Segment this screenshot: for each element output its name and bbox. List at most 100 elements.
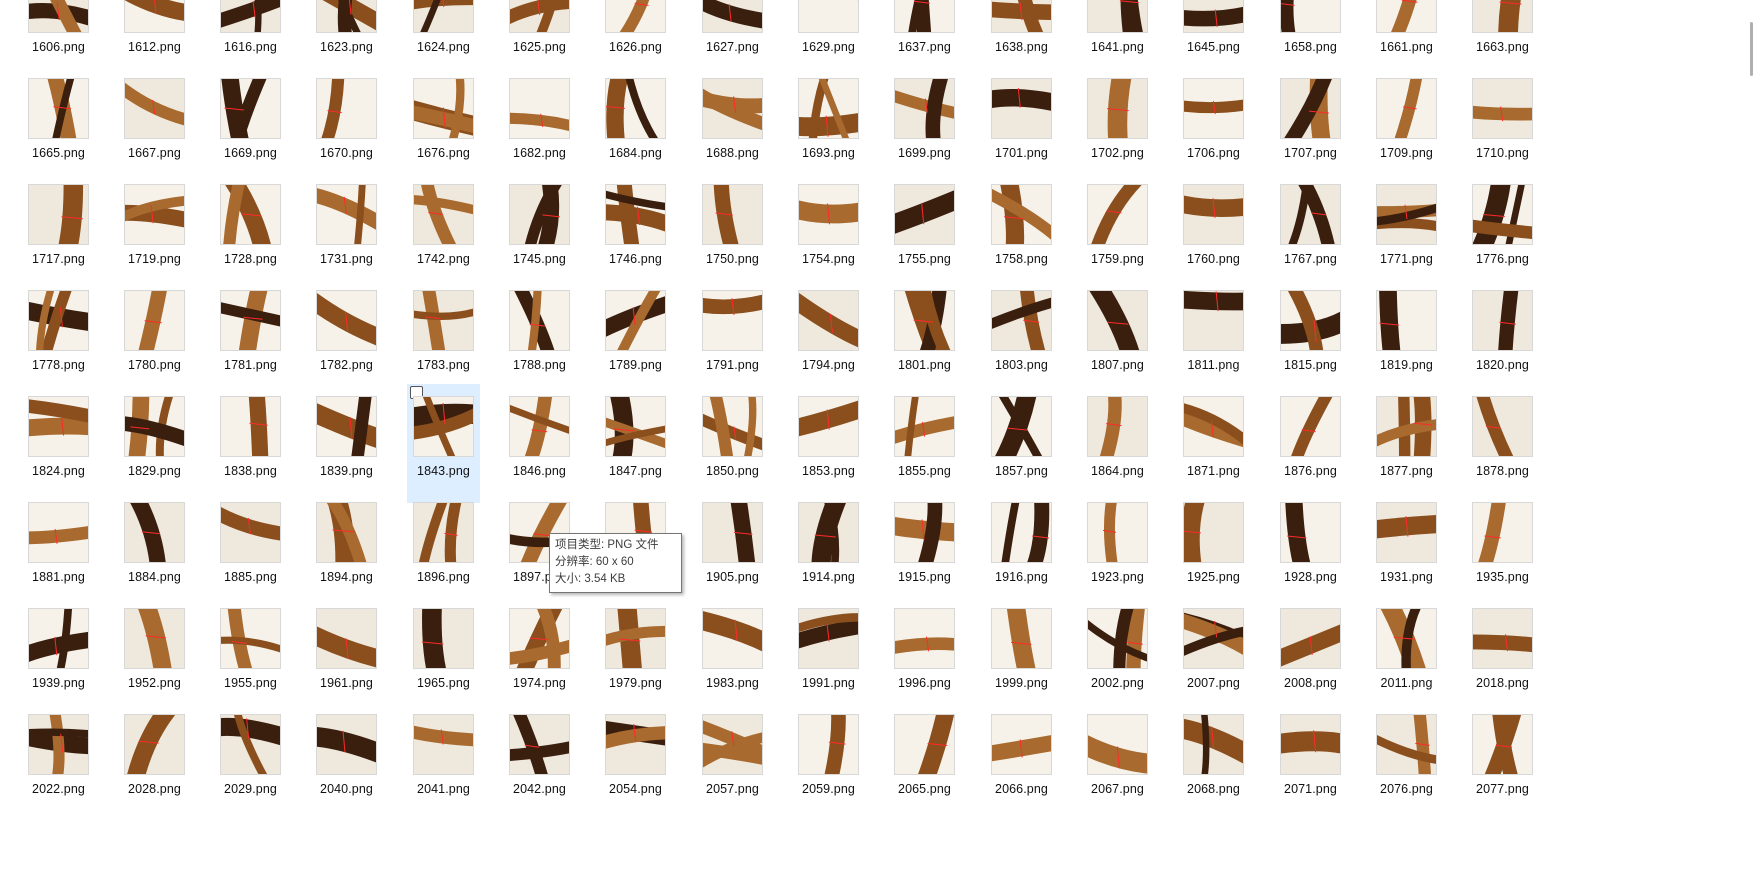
file-item[interactable]: 1847.png — [599, 384, 672, 503]
file-item[interactable]: 1803.png — [985, 278, 1058, 397]
file-item[interactable]: 1807.png — [1081, 278, 1154, 397]
file-item[interactable]: 1885.png — [214, 490, 287, 609]
file-item[interactable]: 1915.png — [888, 490, 961, 609]
file-item[interactable]: 1759.png — [1081, 172, 1154, 291]
file-item[interactable]: 1952.png — [118, 596, 191, 715]
file-item[interactable]: 2007.png — [1177, 596, 1250, 715]
file-item[interactable]: 2068.png — [1177, 702, 1250, 821]
file-item[interactable]: 1778.png — [22, 278, 95, 397]
file-item[interactable]: 2041.png — [407, 702, 480, 821]
file-item[interactable]: 1928.png — [1274, 490, 1347, 609]
file-item[interactable]: 1905.png — [696, 490, 769, 609]
file-item[interactable]: 1791.png — [696, 278, 769, 397]
file-item[interactable]: 1665.png — [22, 66, 95, 185]
file-item[interactable]: 1820.png — [1466, 278, 1539, 397]
file-item[interactable]: 1974.png — [503, 596, 576, 715]
file-item[interactable]: 2059.png — [792, 702, 865, 821]
file-item[interactable]: 1760.png — [1177, 172, 1250, 291]
file-item[interactable]: 1701.png — [985, 66, 1058, 185]
file-item[interactable]: 1782.png — [310, 278, 383, 397]
file-item[interactable]: 1850.png — [696, 384, 769, 503]
file-item[interactable]: 2066.png — [985, 702, 1058, 821]
file-item[interactable]: 2011.png — [1370, 596, 1443, 715]
file-item[interactable]: 1788.png — [503, 278, 576, 397]
file-item[interactable]: 1667.png — [118, 66, 191, 185]
file-item[interactable]: 1688.png — [696, 66, 769, 185]
file-item[interactable]: 1815.png — [1274, 278, 1347, 397]
scrollbar-thumb[interactable] — [1750, 22, 1753, 76]
file-item[interactable]: 1706.png — [1177, 66, 1250, 185]
file-item[interactable]: 1742.png — [407, 172, 480, 291]
file-item[interactable]: 2076.png — [1370, 702, 1443, 821]
file-item[interactable]: 2029.png — [214, 702, 287, 821]
file-item[interactable]: 1819.png — [1370, 278, 1443, 397]
file-item[interactable]: 1855.png — [888, 384, 961, 503]
file-item[interactable]: 1881.png — [22, 490, 95, 609]
file-item[interactable]: 1707.png — [1274, 66, 1347, 185]
file-item[interactable]: 1876.png — [1274, 384, 1347, 503]
file-item[interactable]: 1781.png — [214, 278, 287, 397]
file-item[interactable]: 1871.png — [1177, 384, 1250, 503]
file-item[interactable]: 1996.png — [888, 596, 961, 715]
file-item[interactable]: 1717.png — [22, 172, 95, 291]
file-item[interactable]: 1853.png — [792, 384, 865, 503]
file-item[interactable]: 1750.png — [696, 172, 769, 291]
file-item[interactable]: 1682.png — [503, 66, 576, 185]
file-item[interactable]: 1878.png — [1466, 384, 1539, 503]
file-item[interactable]: 2057.png — [696, 702, 769, 821]
file-item[interactable]: 1979.png — [599, 596, 672, 715]
file-item[interactable]: 1896.png — [407, 490, 480, 609]
file-item[interactable]: 1894.png — [310, 490, 383, 609]
file-item[interactable]: 2008.png — [1274, 596, 1347, 715]
file-item[interactable]: 1789.png — [599, 278, 672, 397]
file-item[interactable]: 2077.png — [1466, 702, 1539, 821]
file-item[interactable]: 1935.png — [1466, 490, 1539, 609]
file-item[interactable]: 1991.png — [792, 596, 865, 715]
file-item[interactable]: 1780.png — [118, 278, 191, 397]
file-item[interactable]: 1676.png — [407, 66, 480, 185]
file-item[interactable]: 1824.png — [22, 384, 95, 503]
file-item[interactable]: 1801.png — [888, 278, 961, 397]
file-item[interactable]: 1955.png — [214, 596, 287, 715]
file-item[interactable]: 1965.png — [407, 596, 480, 715]
file-item[interactable]: 1719.png — [118, 172, 191, 291]
file-item[interactable]: 2042.png — [503, 702, 576, 821]
file-item[interactable]: 1758.png — [985, 172, 1058, 291]
file-item[interactable]: 2018.png — [1466, 596, 1539, 715]
file-item[interactable]: 1931.png — [1370, 490, 1443, 609]
file-item[interactable]: 2065.png — [888, 702, 961, 821]
file-item[interactable]: 1923.png — [1081, 490, 1154, 609]
file-item[interactable]: 1961.png — [310, 596, 383, 715]
file-item[interactable]: 2002.png — [1081, 596, 1154, 715]
file-item[interactable]: 1794.png — [792, 278, 865, 397]
file-item[interactable]: 2071.png — [1274, 702, 1347, 821]
file-item[interactable]: 1838.png — [214, 384, 287, 503]
file-item[interactable]: 1684.png — [599, 66, 672, 185]
file-item[interactable]: 1767.png — [1274, 172, 1347, 291]
file-item[interactable]: 1699.png — [888, 66, 961, 185]
file-item[interactable]: 1783.png — [407, 278, 480, 397]
file-item[interactable]: 1776.png — [1466, 172, 1539, 291]
file-item[interactable]: 1999.png — [985, 596, 1058, 715]
file-item[interactable]: 2040.png — [310, 702, 383, 821]
file-item[interactable]: 1754.png — [792, 172, 865, 291]
file-item[interactable]: 1693.png — [792, 66, 865, 185]
file-item[interactable]: 1843.png — [407, 384, 480, 503]
file-item[interactable]: 1877.png — [1370, 384, 1443, 503]
file-item[interactable]: 1839.png — [310, 384, 383, 503]
file-item[interactable]: 1884.png — [118, 490, 191, 609]
file-item[interactable]: 1846.png — [503, 384, 576, 503]
file-item[interactable]: 1771.png — [1370, 172, 1443, 291]
file-item[interactable]: 1925.png — [1177, 490, 1250, 609]
file-item[interactable]: 1864.png — [1081, 384, 1154, 503]
file-item[interactable]: 1669.png — [214, 66, 287, 185]
file-item[interactable]: 1914.png — [792, 490, 865, 609]
file-item[interactable]: 1755.png — [888, 172, 961, 291]
file-item[interactable]: 1811.png — [1177, 278, 1250, 397]
file-item[interactable]: 2054.png — [599, 702, 672, 821]
file-item[interactable]: 2067.png — [1081, 702, 1154, 821]
file-item[interactable]: 1745.png — [503, 172, 576, 291]
file-item[interactable]: 1983.png — [696, 596, 769, 715]
vertical-scrollbar[interactable] — [1743, 0, 1760, 876]
file-item[interactable]: 1709.png — [1370, 66, 1443, 185]
